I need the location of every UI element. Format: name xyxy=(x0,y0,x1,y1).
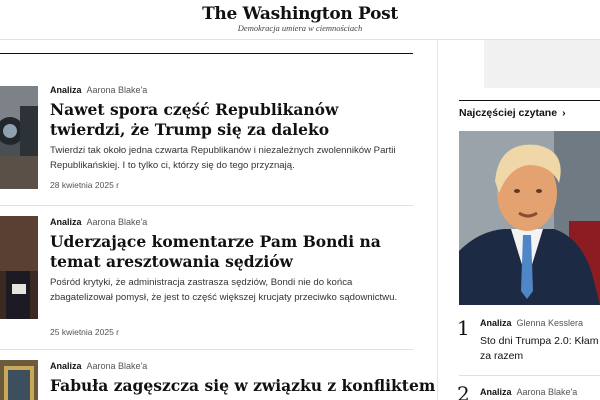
site-tagline: Demokracja umiera w ciemnościach xyxy=(237,23,363,33)
most-read-kicker: Analiza Glenna Kesslera xyxy=(480,318,583,328)
most-read-label[interactable]: Analiza xyxy=(480,318,512,328)
popular-top-rule xyxy=(459,100,600,101)
story-author[interactable]: Aarona Blake'a xyxy=(87,217,148,227)
story-kicker: Analiza Aarona Blake'a xyxy=(50,217,147,227)
story-label[interactable]: Analiza xyxy=(50,361,82,371)
story-summary: Twierdzi tak około jedna czwarta Republi… xyxy=(50,145,396,171)
story-kicker: Analiza Aarona Blake'a xyxy=(50,85,147,95)
most-read-label[interactable]: Analiza xyxy=(480,387,512,397)
chevron-right-icon: › xyxy=(562,107,566,119)
column-divider xyxy=(437,40,438,400)
ad-placeholder xyxy=(484,40,600,88)
most-read-headline[interactable]: Sto dni Trumpa 2.0: Kłam za razem xyxy=(480,334,600,364)
story-summary: Pośród krytyki, że administracja zastras… xyxy=(50,277,398,303)
story-kicker: Analiza Aarona Blake'a xyxy=(50,361,147,371)
story-author[interactable]: Aarona Blake'a xyxy=(87,85,148,95)
story-author[interactable]: Aarona Blake'a xyxy=(87,361,148,371)
story-thumbnail[interactable] xyxy=(0,360,38,400)
story-thumbnail[interactable] xyxy=(0,216,38,319)
story-thumbnail[interactable] xyxy=(0,86,38,221)
story-card: Analiza Aarona Blake'a Nawet spora część … xyxy=(0,54,413,204)
rank-number: 1 xyxy=(457,316,470,340)
story-headline[interactable]: Fabuła zagęszcza się w związku z konflik… xyxy=(50,376,435,396)
most-read-author[interactable]: Glenna Kesslera xyxy=(517,318,584,328)
story-date: 28 kwietnia 2025 r xyxy=(50,180,119,190)
site-logo[interactable]: The Washington Post xyxy=(200,4,400,24)
most-read-heading[interactable]: Najczęściej czytane › xyxy=(459,107,566,119)
masthead: The Washington Post Demokracja umiera w … xyxy=(0,0,600,40)
story-headline[interactable]: Nawet spora część Republikanów twierdzi,… xyxy=(50,100,410,140)
most-read-photo[interactable] xyxy=(459,131,600,305)
most-read-author[interactable]: Aarona Blake'a xyxy=(517,387,578,397)
story-date: 25 kwietnia 2025 r xyxy=(50,327,119,337)
rank-number: 2 xyxy=(457,382,470,400)
most-read-divider xyxy=(459,375,600,376)
story-label[interactable]: Analiza xyxy=(50,217,82,227)
story-card: Analiza Aarona Blake'a Uderzające komenta… xyxy=(0,206,413,349)
story-headline[interactable]: Uderzające komentarze Pam Bondi na temat… xyxy=(50,232,410,272)
most-read-kicker: Analiza Aarona Blake'a xyxy=(480,387,577,397)
story-card: Analiza Aarona Blake'a Fabuła zagęszcza s… xyxy=(0,350,435,400)
most-read-label: Najczęściej czytane xyxy=(459,107,558,119)
story-label[interactable]: Analiza xyxy=(50,85,82,95)
